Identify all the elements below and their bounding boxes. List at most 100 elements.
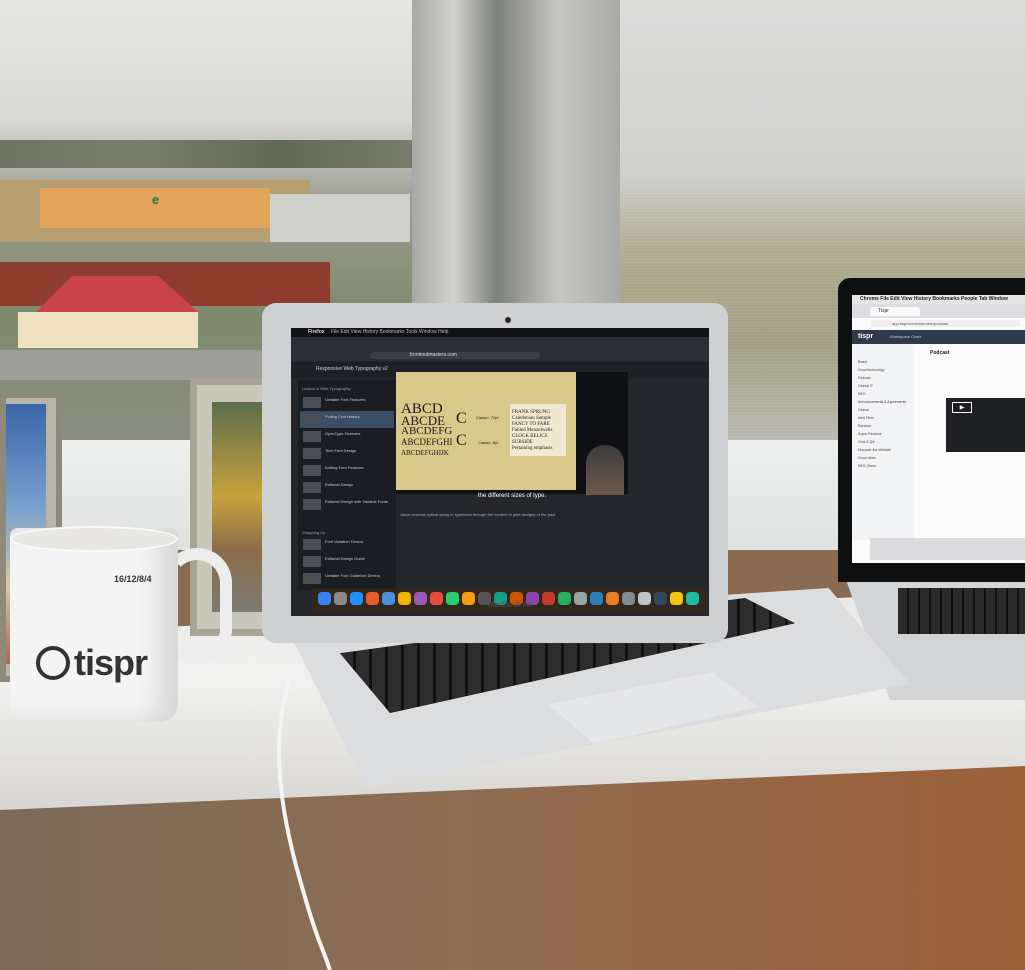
dock-app-icon[interactable] — [446, 592, 459, 605]
lesson-item[interactable]: Editorial Design Guide — [300, 553, 394, 570]
tispr-channel-item[interactable]: Chat & QA — [858, 440, 875, 444]
course-title: Responsive Web Typography v2 — [316, 366, 388, 372]
window-frame — [412, 0, 622, 305]
tispr-channel-item[interactable]: Board — [858, 360, 867, 364]
dock-app-icon[interactable] — [414, 592, 427, 605]
dock-app-icon[interactable] — [670, 592, 683, 605]
slide-letter: C — [456, 432, 467, 449]
tree-line — [0, 140, 420, 168]
dock-app-icon[interactable] — [558, 592, 571, 605]
tispr-channel-item[interactable]: Discover the Website — [858, 448, 891, 452]
lesson-item[interactable]: Tech Font Design — [300, 445, 394, 462]
tispr-channel-item[interactable]: Good technology — [858, 368, 884, 372]
lesson-title: Font Variation Demos — [325, 539, 364, 544]
lesson-title: Pulling Font History — [325, 414, 360, 419]
lesson-thumbnail — [303, 431, 321, 442]
mug-brand: tispr — [74, 642, 148, 683]
tispr-channel-item[interactable]: Announcements & Agreements — [858, 400, 906, 404]
tispr-logo-icon — [36, 646, 70, 680]
specimen-line: ABCDEFGHIJK — [401, 449, 449, 457]
video-subtitle: the different sizes of type. — [477, 493, 547, 499]
tispr-channel-item[interactable]: Casual — [858, 408, 869, 412]
tispr-logo: tispr — [858, 333, 874, 340]
lesson-title: Editorial Design Guide — [325, 556, 365, 561]
dock-app-icon[interactable] — [366, 592, 379, 605]
slide-letter: C — [456, 410, 467, 427]
tispr-channel-item[interactable]: Super Reviews — [858, 432, 882, 436]
slide-card-text: FRANK SPRUNG Caledonian Sample FANCY TO FA… — [512, 410, 564, 452]
second-laptop-dock — [870, 538, 1025, 560]
section-label: Wrapping Up — [302, 530, 326, 535]
tispr-channel-item[interactable]: New Hires — [858, 416, 874, 420]
dock-app-icon[interactable] — [318, 592, 331, 605]
lesson-item[interactable]: Adding Font Features — [300, 462, 394, 479]
dock-app-icon[interactable] — [382, 592, 395, 605]
slide-specimen: ABCD ABCDE ABCDEFG ABCDEFGHI ABCDEFGHIJK — [401, 402, 453, 459]
chrome-url-text: app.tispr.com/channels/podcast — [892, 321, 949, 326]
lesson-description: Jason reviews optical sizing in typeface… — [400, 512, 557, 517]
lesson-title: Tech Font Design — [325, 448, 357, 453]
specimen-line: ABCDEFG — [401, 425, 453, 437]
dock-app-icon[interactable] — [430, 592, 443, 605]
lesson-thumbnail — [303, 482, 321, 493]
lesson-item[interactable]: Editorial Design with Variable Fonts — [300, 496, 394, 513]
slide-caption: Caslon, 72pt — [476, 415, 499, 420]
menubar-app-name: Firefox — [308, 329, 325, 335]
dock-app-icon[interactable] — [686, 592, 699, 605]
lesson-item[interactable]: Variable Font Features — [300, 394, 394, 411]
mug-rim — [10, 526, 178, 552]
chrome-tab-title: Tispr — [878, 308, 889, 314]
tispr-channel-item[interactable]: Podcast — [858, 376, 871, 380]
lesson-item[interactable]: Variable Font Guideline Demos — [300, 570, 394, 587]
tispr-channel-item[interactable]: Random — [858, 424, 871, 428]
lesson-item[interactable]: Font Variation Demos — [300, 536, 394, 553]
tispr-channel-item[interactable]: NEO_Band — [858, 464, 876, 468]
card-line: Pertaining emphasis — [512, 446, 553, 451]
tispr-channel-item[interactable]: Good vibes — [858, 456, 876, 460]
lesson-thumbnail — [303, 397, 321, 408]
laptop-brand: MacBook Air — [487, 600, 533, 609]
dock-app-icon[interactable] — [638, 592, 651, 605]
lesson-thumbnail — [303, 465, 321, 476]
lesson-thumbnail — [303, 414, 321, 425]
section-label: Lesson in Web Typography — [302, 386, 351, 391]
dock-app-icon[interactable] — [654, 592, 667, 605]
mug — [10, 528, 178, 722]
specimen-line: ABCDEFGHI — [401, 437, 453, 447]
tispr-header — [852, 330, 1025, 344]
tispr-channel-item[interactable]: NEO — [858, 392, 866, 396]
lesson-thumbnail — [303, 573, 321, 584]
house — [18, 312, 198, 348]
tispr-nav: Workspace Chats — [890, 334, 922, 339]
tispr-channel-item[interactable]: Casual IT — [858, 384, 873, 388]
dock-app-icon[interactable] — [622, 592, 635, 605]
lesson-thumbnail — [303, 556, 321, 567]
mug-date: 16/12/8/4 — [114, 574, 152, 584]
camera-icon — [505, 317, 511, 323]
lesson-thumbnail — [303, 539, 321, 550]
dock-app-icon[interactable] — [350, 592, 363, 605]
second-laptop-keyboard — [898, 588, 1025, 634]
dock-app-icon[interactable] — [398, 592, 411, 605]
second-laptop-menu: Chrome File Edit View History Bookmarks … — [860, 296, 1008, 302]
lesson-title: Editorial Design — [325, 482, 354, 487]
lesson-thumbnail — [303, 448, 321, 459]
dock-app-icon[interactable] — [606, 592, 619, 605]
lesson-item[interactable]: OpenType Features — [300, 428, 394, 445]
charging-cable — [277, 680, 332, 970]
lesson-title: Adding Font Features — [325, 465, 364, 470]
dock-app-icon[interactable] — [334, 592, 347, 605]
url-text: frontendmasters.com — [410, 352, 457, 358]
lesson-item[interactable]: Editorial Design — [300, 479, 394, 496]
lesson-title: OpenType Features — [325, 431, 361, 436]
mall-logo: e — [152, 192, 160, 207]
tispr-channel-title: Podcast — [930, 350, 950, 356]
lesson-title: Variable Font Guideline Demos — [325, 573, 381, 578]
dock-app-icon[interactable] — [574, 592, 587, 605]
slide-caption: Caslon, 8pt — [478, 440, 499, 445]
lesson-title: Variable Font Features — [325, 397, 366, 402]
dock-app-icon[interactable] — [590, 592, 603, 605]
lesson-thumbnail — [303, 499, 321, 510]
lesson-item[interactable]: Pulling Font History — [300, 411, 394, 428]
lesson-title: Editorial Design with Variable Fonts — [325, 499, 388, 504]
